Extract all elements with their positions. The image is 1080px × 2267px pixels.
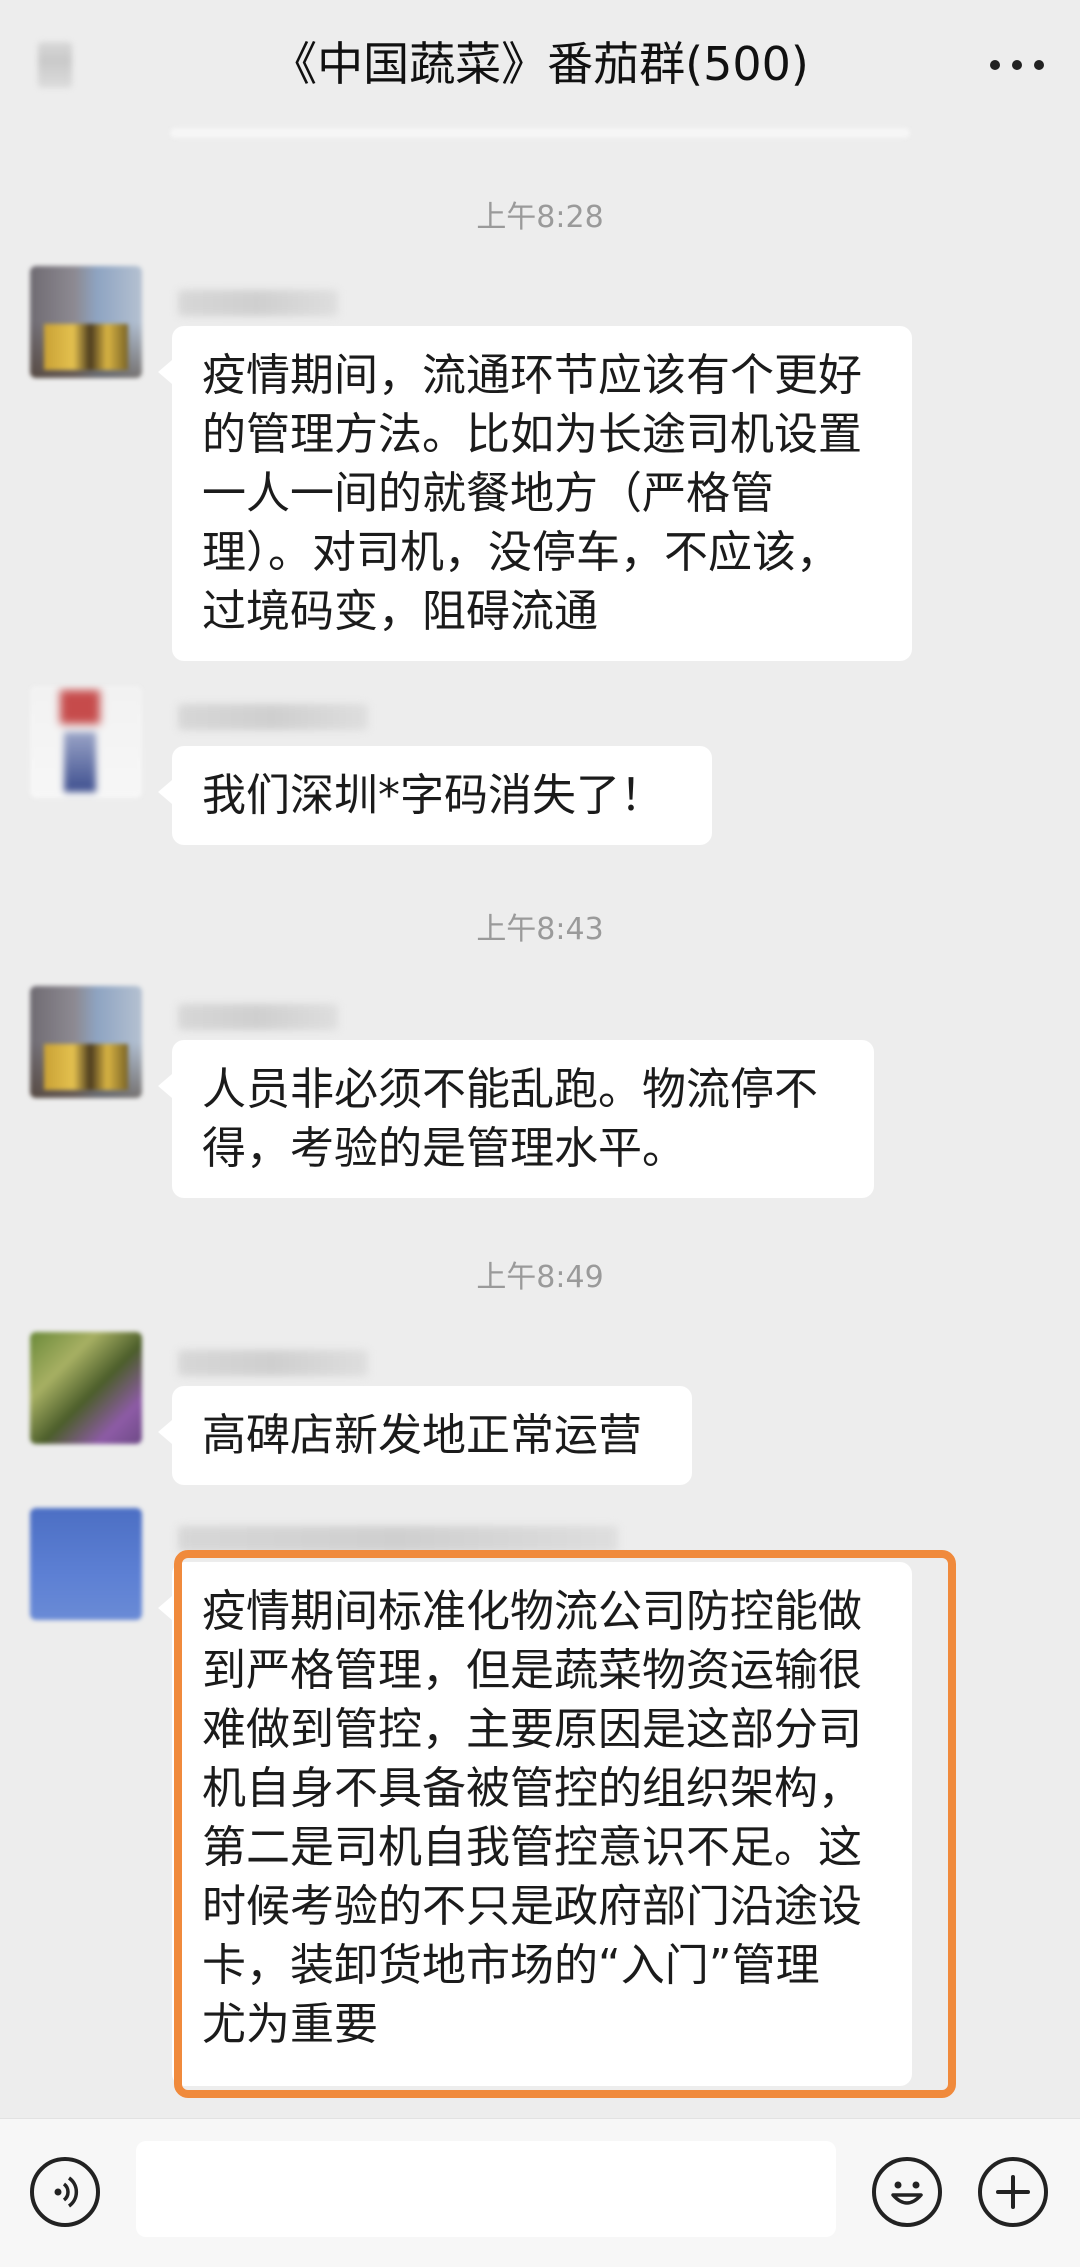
chat-title: 《中国蔬菜》番茄群(500) xyxy=(271,37,809,91)
avatar[interactable] xyxy=(30,686,142,798)
sender-name xyxy=(178,704,368,730)
top-divider xyxy=(170,128,910,138)
sender-name xyxy=(178,1004,338,1030)
timestamp: 上午8:49 xyxy=(476,1260,604,1295)
sender-name xyxy=(178,290,338,316)
avatar[interactable] xyxy=(30,1508,142,1620)
input-bar xyxy=(0,2118,1080,2267)
highlight-frame xyxy=(174,1550,956,2098)
message-bubble[interactable]: 我们深圳*字码消失了！ xyxy=(158,746,712,845)
sender-name xyxy=(178,1526,618,1552)
top-bar: 《中国蔬菜》番茄群(500) xyxy=(0,0,1080,130)
avatar[interactable] xyxy=(30,986,142,1098)
sender-name xyxy=(178,1350,368,1376)
timestamp: 上午8:28 xyxy=(476,200,604,235)
emoji-icon[interactable] xyxy=(872,2157,942,2227)
timestamp: 上午8:43 xyxy=(476,912,604,947)
message-input[interactable] xyxy=(136,2141,836,2237)
avatar[interactable] xyxy=(30,266,142,378)
more-icon[interactable] xyxy=(990,60,1044,72)
plus-icon[interactable] xyxy=(978,2157,1048,2227)
message-bubble[interactable]: 高碑店新发地正常运营 xyxy=(158,1386,692,1485)
avatar[interactable] xyxy=(30,1332,142,1444)
voice-icon[interactable] xyxy=(30,2157,100,2227)
message-bubble[interactable]: 疫情期间，流通环节应该有个更好 的管理方法。比如为长途司机设置 一人一间的就餐地… xyxy=(158,326,912,661)
message-bubble[interactable]: 人员非必须不能乱跑。物流停不 得，考验的是管理水平。 xyxy=(158,1040,874,1198)
